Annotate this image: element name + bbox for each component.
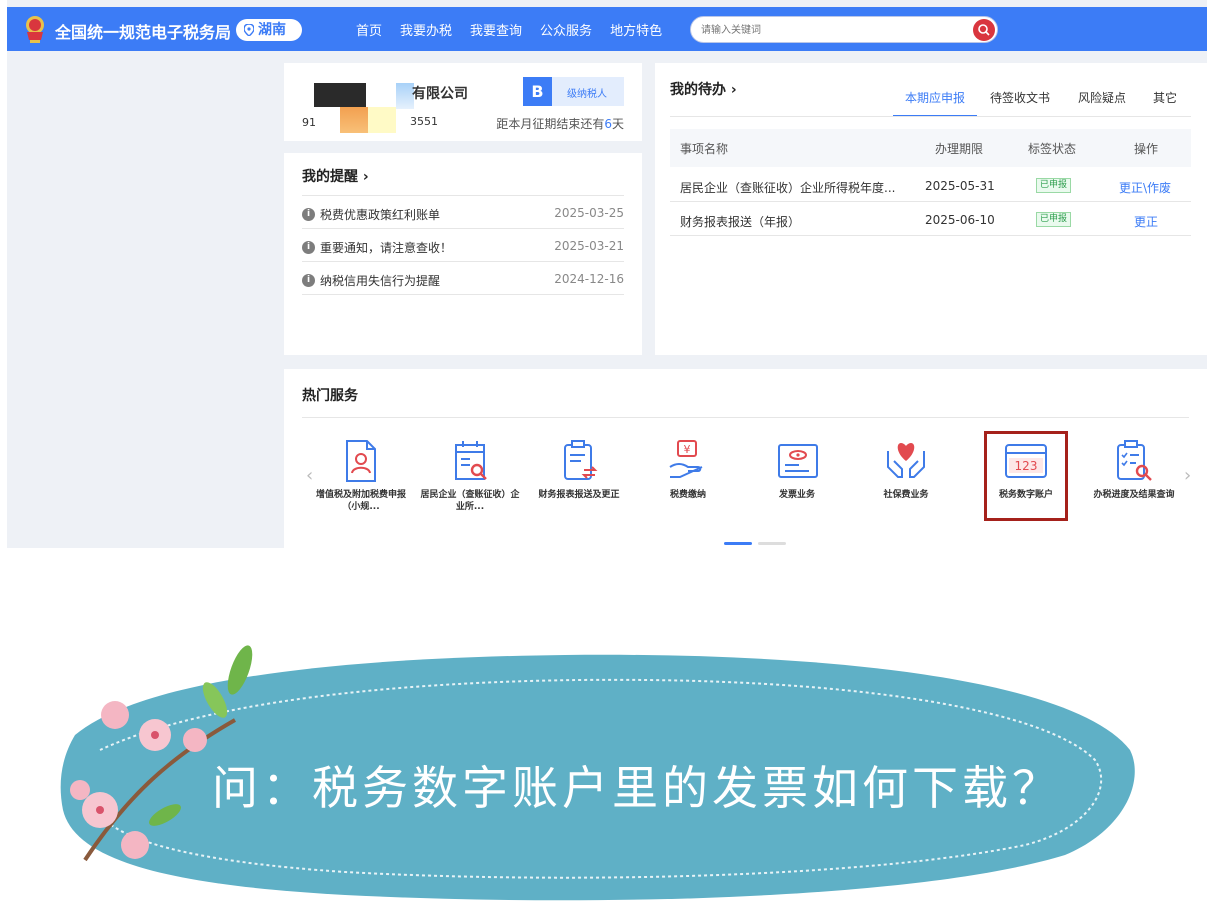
search-input[interactable] bbox=[701, 21, 961, 39]
service-label: 发票业务 bbox=[778, 490, 815, 500]
document-person-icon bbox=[346, 440, 376, 482]
site-title[interactable]: 全国统一规范电子税务局 bbox=[55, 19, 231, 43]
reminder-text: 税费优惠政策红利账单 bbox=[320, 208, 441, 222]
nav-handle-tax[interactable]: 我要办税 bbox=[400, 20, 452, 39]
search-icon bbox=[978, 24, 990, 36]
reminders-title[interactable]: 我的提醒 › bbox=[302, 166, 369, 186]
table-row: 居民企业（查账征收）企业所得税年度... 2025-05-31 已申报 更正\作… bbox=[670, 168, 1191, 202]
section-divider bbox=[302, 417, 1189, 418]
top-header: 全国统一规范电子税务局 湖南 首页 我要办税 我要查询 公众服务 地方特色 bbox=[7, 7, 1207, 51]
calendar-search-icon bbox=[455, 441, 487, 480]
redacted-block bbox=[368, 107, 396, 133]
item-deadline: 2025-05-31 bbox=[925, 179, 995, 193]
service-invoice[interactable]: 发票业务 bbox=[747, 437, 847, 501]
info-icon: i bbox=[302, 274, 315, 287]
column-header: 标签状态 bbox=[1028, 142, 1077, 156]
nav-query[interactable]: 我要查询 bbox=[470, 20, 522, 39]
hot-services-card: 热门服务 ‹ › 增值税及附加税费申报（小规... 居民企业（查账征收）企业所.… bbox=[284, 369, 1207, 548]
column-header: 办理期限 bbox=[935, 142, 984, 156]
reminder-date: 2025-03-25 bbox=[554, 206, 624, 220]
location-pin-icon bbox=[244, 24, 254, 36]
period-deadline: 距本月征期结束还有6天 bbox=[496, 115, 624, 132]
grade-letter: B bbox=[523, 77, 552, 106]
tax-id-prefix: 91 bbox=[302, 116, 316, 129]
checklist-search-icon bbox=[1117, 440, 1152, 481]
nav-local-features[interactable]: 地方特色 bbox=[610, 20, 662, 39]
hands-heart-icon bbox=[887, 443, 925, 478]
list-item[interactable]: i 税费优惠政策红利账单 2025-03-25 bbox=[302, 196, 624, 229]
reminder-text: 纳税信用失信行为提醒 bbox=[320, 274, 441, 288]
search-box bbox=[690, 16, 998, 43]
table-row: 财务报表报送（年报） 2025-06-10 已申报 更正 bbox=[670, 202, 1191, 236]
redacted-block bbox=[314, 83, 366, 107]
correct-void-link[interactable]: 更正\作废 bbox=[1119, 179, 1171, 196]
hot-services-title: 热门服务 bbox=[302, 388, 358, 404]
service-social-insurance[interactable]: 社保费业务 bbox=[856, 437, 956, 501]
carousel-dot[interactable] bbox=[758, 542, 786, 545]
question-heading: 问：税务数字账户里的发票如何下载？ bbox=[212, 761, 1062, 815]
correct-link[interactable]: 更正 bbox=[1134, 213, 1158, 230]
deadline-suffix: 天 bbox=[611, 117, 624, 131]
highlight-box bbox=[984, 431, 1068, 521]
service-tax-payment[interactable]: ¥ 税费缴纳 bbox=[638, 437, 738, 501]
todo-table-header: 事项名称 办理期限 标签状态 操作 bbox=[670, 129, 1191, 167]
info-icon: i bbox=[302, 208, 315, 221]
carousel-pagination bbox=[724, 530, 792, 548]
company-card: 有限公司 91 3551 B 级纳税人 距本月征期结束还有6天 bbox=[284, 63, 642, 141]
todo-card: 我的待办 › 本期应申报 待签收文书 风险疑点 其它 事项名称 办理期限 标签状… bbox=[655, 63, 1207, 355]
chevron-right-icon[interactable]: › bbox=[1184, 465, 1191, 486]
tax-portal-screenshot: 全国统一规范电子税务局 湖南 首页 我要办税 我要查询 公众服务 地方特色 请输… bbox=[7, 0, 1207, 548]
nav-home[interactable]: 首页 bbox=[356, 20, 382, 39]
reminder-text: 重要通知，请注意查收！ bbox=[320, 241, 453, 255]
item-name[interactable]: 居民企业（查账征收）企业所得税年度... bbox=[680, 179, 895, 196]
nav-public-service[interactable]: 公众服务 bbox=[540, 20, 592, 39]
reminder-date: 2024-12-16 bbox=[554, 272, 624, 286]
reminder-date: 2025-03-21 bbox=[554, 239, 624, 253]
reminders-card: 我的提醒 › i 税费优惠政策红利账单 2025-03-25 i 重要通知，请注… bbox=[284, 153, 642, 355]
deadline-days: 6 bbox=[604, 117, 612, 131]
service-label: 税费缴纳 bbox=[669, 490, 706, 500]
tab-divider bbox=[670, 116, 1191, 117]
reminder-list: i 税费优惠政策红利账单 2025-03-25 i 重要通知，请注意查收！ 20… bbox=[302, 195, 624, 295]
service-enterprise-income-tax[interactable]: 居民企业（查账征收）企业所... bbox=[420, 437, 520, 513]
status-badge: 已申报 bbox=[1036, 212, 1072, 227]
service-vat-declaration[interactable]: 增值税及附加税费申报（小规... bbox=[311, 437, 411, 513]
service-financial-report[interactable]: 财务报表报送及更正 bbox=[529, 437, 629, 501]
tab-risk-doubts[interactable]: 风险疑点 bbox=[1078, 89, 1126, 117]
tab-other[interactable]: 其它 bbox=[1153, 89, 1177, 117]
todo-title[interactable]: 我的待办 › bbox=[670, 79, 737, 99]
redacted-block bbox=[340, 107, 368, 133]
carousel-dot-active[interactable] bbox=[724, 542, 752, 545]
item-deadline: 2025-06-10 bbox=[925, 213, 995, 227]
tab-current-declaration[interactable]: 本期应申报 bbox=[893, 89, 978, 117]
list-item[interactable]: i 纳税信用失信行为提醒 2024-12-16 bbox=[302, 262, 624, 295]
region-selector[interactable]: 湖南 bbox=[236, 19, 302, 41]
service-label: 办税进度及结果查询 bbox=[1093, 490, 1175, 500]
tax-emblem-icon bbox=[26, 16, 44, 43]
svg-text:¥: ¥ bbox=[684, 443, 691, 456]
service-label: 增值税及附加税费申报（小规... bbox=[315, 490, 406, 512]
hand-yuan-icon: ¥ bbox=[669, 440, 703, 478]
item-name[interactable]: 财务报表报送（年报） bbox=[680, 213, 800, 230]
tax-id-suffix: 3551 bbox=[410, 115, 438, 128]
grade-label: 级纳税人 bbox=[567, 89, 607, 100]
service-progress-query[interactable]: 办税进度及结果查询 bbox=[1084, 437, 1184, 501]
main-nav: 首页 我要办税 我要查询 公众服务 地方特色 bbox=[356, 20, 680, 39]
column-header: 事项名称 bbox=[680, 142, 729, 156]
info-icon: i bbox=[302, 241, 315, 254]
service-label: 居民企业（查账征收）企业所... bbox=[420, 490, 520, 512]
tab-pending-documents[interactable]: 待签收文书 bbox=[990, 89, 1050, 117]
taxpayer-grade: B 级纳税人 bbox=[523, 77, 624, 106]
status-badge: 已申报 bbox=[1036, 178, 1072, 193]
service-label: 社保费业务 bbox=[883, 490, 929, 500]
column-header: 操作 bbox=[1134, 142, 1159, 156]
search-button[interactable] bbox=[973, 19, 995, 41]
region-label: 湖南 bbox=[258, 22, 286, 38]
report-exchange-icon bbox=[564, 440, 598, 480]
invoice-icon bbox=[778, 444, 818, 478]
deadline-prefix: 距本月征期结束还有 bbox=[496, 117, 605, 131]
list-item[interactable]: i 重要通知，请注意查收！ 2025-03-21 bbox=[302, 229, 624, 262]
service-label: 财务报表报送及更正 bbox=[538, 490, 620, 500]
company-name: 有限公司 bbox=[412, 86, 468, 102]
